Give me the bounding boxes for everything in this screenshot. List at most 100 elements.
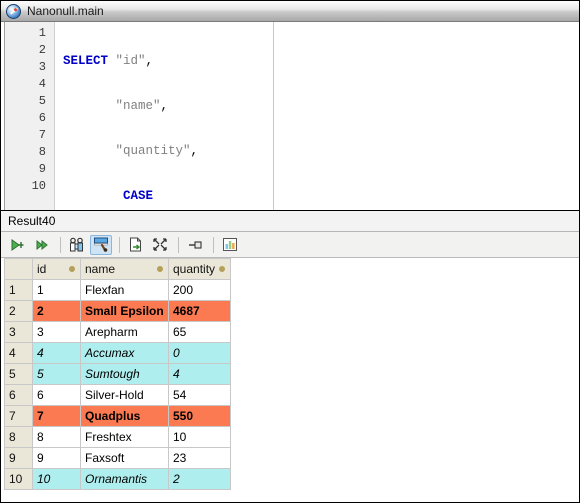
code-line: "quantity", [55, 143, 579, 160]
line-number: 2 [38, 43, 46, 57]
table-row[interactable]: 9 9 Faxsoft 23 [4, 447, 231, 469]
line-number: 7 [38, 128, 46, 142]
bar-chart-icon-glyph [223, 238, 237, 251]
export-icon[interactable] [125, 235, 147, 255]
cell-quantity[interactable]: 65 [168, 321, 231, 343]
cell-name[interactable]: Accumax [80, 342, 169, 364]
cell-id[interactable]: 8 [32, 426, 81, 448]
window-title: Nanonull.main [27, 4, 104, 18]
cell-id[interactable]: 6 [32, 384, 81, 406]
find-icon[interactable] [66, 235, 88, 255]
row-number: 7 [4, 405, 33, 427]
cell-name[interactable]: Ornamantis [80, 468, 169, 490]
cell-name[interactable]: Arepharm [80, 321, 169, 343]
cell-name[interactable]: Sumtough [80, 363, 169, 385]
row-number: 4 [4, 342, 33, 364]
column-header-label: quantity [173, 262, 216, 276]
sql-punct: , [190, 144, 199, 158]
toolbar-separator [60, 236, 61, 253]
binoculars-icon-glyph [70, 237, 83, 251]
cell-id[interactable]: 2 [32, 300, 81, 322]
sql-editor[interactable]: 1 2 3 4 5 6 7 8 9 10 SELECT "id", "name"… [1, 22, 579, 211]
pin-icon[interactable] [184, 235, 206, 255]
cell-id[interactable]: 1 [32, 279, 81, 301]
cell-quantity[interactable]: 0 [168, 342, 231, 364]
column-header-name[interactable]: name [80, 258, 169, 280]
cell-name[interactable]: Quadplus [80, 405, 169, 427]
cell-name[interactable]: Small Epsilon [80, 300, 169, 322]
execute-icon-glyph [11, 238, 24, 251]
grid-corner-cell[interactable] [4, 258, 33, 280]
line-number: 5 [38, 94, 46, 108]
paint-roller-icon-glyph [93, 237, 108, 252]
export-document-icon-glyph [130, 237, 141, 252]
cell-id[interactable]: 9 [32, 447, 81, 469]
cell-quantity[interactable]: 23 [168, 447, 231, 469]
cell-name[interactable]: Faxsoft [80, 447, 169, 469]
result-grid: id name quantity 1 1 Flexfan 200 2 2 Sma… [4, 258, 231, 490]
cell-quantity[interactable]: 4687 [168, 300, 231, 322]
row-number: 3 [4, 321, 33, 343]
toolbar-separator [178, 236, 179, 253]
compass-icon [6, 3, 21, 19]
sql-keyword: SELECT [63, 54, 109, 68]
cell-quantity[interactable]: 200 [168, 279, 231, 301]
column-header-label: name [85, 262, 116, 276]
column-filter-dot-icon[interactable] [219, 266, 225, 272]
code-line: SELECT "id", [55, 53, 579, 70]
column-header-label: id [37, 262, 47, 276]
cell-id[interactable]: 4 [32, 342, 81, 364]
sql-code-area[interactable]: SELECT "id", "name", "quantity", CASE WH… [55, 22, 579, 210]
execute-all-icon-glyph [36, 239, 48, 250]
expand-arrows-icon-glyph [153, 238, 167, 251]
table-row[interactable]: 7 7 Quadplus 550 [4, 405, 231, 427]
sql-identifier: "name" [115, 99, 161, 113]
line-number: 10 [31, 179, 46, 193]
table-row[interactable]: 2 2 Small Epsilon 4687 [4, 300, 231, 322]
execute-all-icon[interactable] [31, 235, 53, 255]
line-number-gutter: 1 2 3 4 5 6 7 8 9 10 [5, 22, 55, 210]
table-row[interactable]: 6 6 Silver-Hold 54 [4, 384, 231, 406]
execute-icon[interactable] [7, 235, 29, 255]
cell-quantity[interactable]: 10 [168, 426, 231, 448]
cell-id[interactable]: 10 [32, 468, 81, 490]
table-row[interactable]: 3 3 Arepharm 65 [4, 321, 231, 343]
toolbar-separator [213, 236, 214, 253]
row-number: 10 [4, 468, 33, 490]
row-coloring-icon[interactable] [90, 234, 112, 255]
chart-icon[interactable] [219, 235, 241, 255]
cell-name[interactable]: Freshtex [80, 426, 169, 448]
expand-icon[interactable] [149, 235, 171, 255]
row-number: 8 [4, 426, 33, 448]
column-header-id[interactable]: id [32, 258, 81, 280]
row-number: 5 [4, 363, 33, 385]
cell-quantity[interactable]: 4 [168, 363, 231, 385]
cell-quantity[interactable]: 2 [168, 468, 231, 490]
cell-id[interactable]: 3 [32, 321, 81, 343]
result-tabbar: Result40 [1, 211, 579, 232]
cell-name[interactable]: Silver-Hold [80, 384, 169, 406]
cell-id[interactable]: 7 [32, 405, 81, 427]
line-number: 9 [38, 162, 46, 176]
line-number: 4 [38, 77, 46, 91]
cell-quantity[interactable]: 550 [168, 405, 231, 427]
table-row[interactable]: 1 1 Flexfan 200 [4, 279, 231, 301]
editor-column-guide [273, 22, 274, 210]
table-row[interactable]: 8 8 Freshtex 10 [4, 426, 231, 448]
line-number: 6 [38, 111, 46, 125]
table-row[interactable]: 4 4 Accumax 0 [4, 342, 231, 364]
cell-name[interactable]: Flexfan [80, 279, 169, 301]
column-filter-dot-icon[interactable] [69, 266, 75, 272]
cell-id[interactable]: 5 [32, 363, 81, 385]
sql-identifier: "quantity" [115, 144, 191, 158]
line-number: 3 [38, 60, 46, 74]
grid-header-row: id name quantity [4, 258, 231, 280]
column-header-quantity[interactable]: quantity [168, 258, 231, 280]
table-row[interactable]: 5 5 Sumtough 4 [4, 363, 231, 385]
window-titlebar: Nanonull.main [1, 1, 579, 22]
tab-result40[interactable]: Result40 [1, 211, 64, 231]
table-row[interactable]: 10 10 Ornamantis 2 [4, 468, 231, 490]
column-filter-dot-icon[interactable] [157, 266, 163, 272]
cell-quantity[interactable]: 54 [168, 384, 231, 406]
sql-punct: , [160, 99, 169, 113]
